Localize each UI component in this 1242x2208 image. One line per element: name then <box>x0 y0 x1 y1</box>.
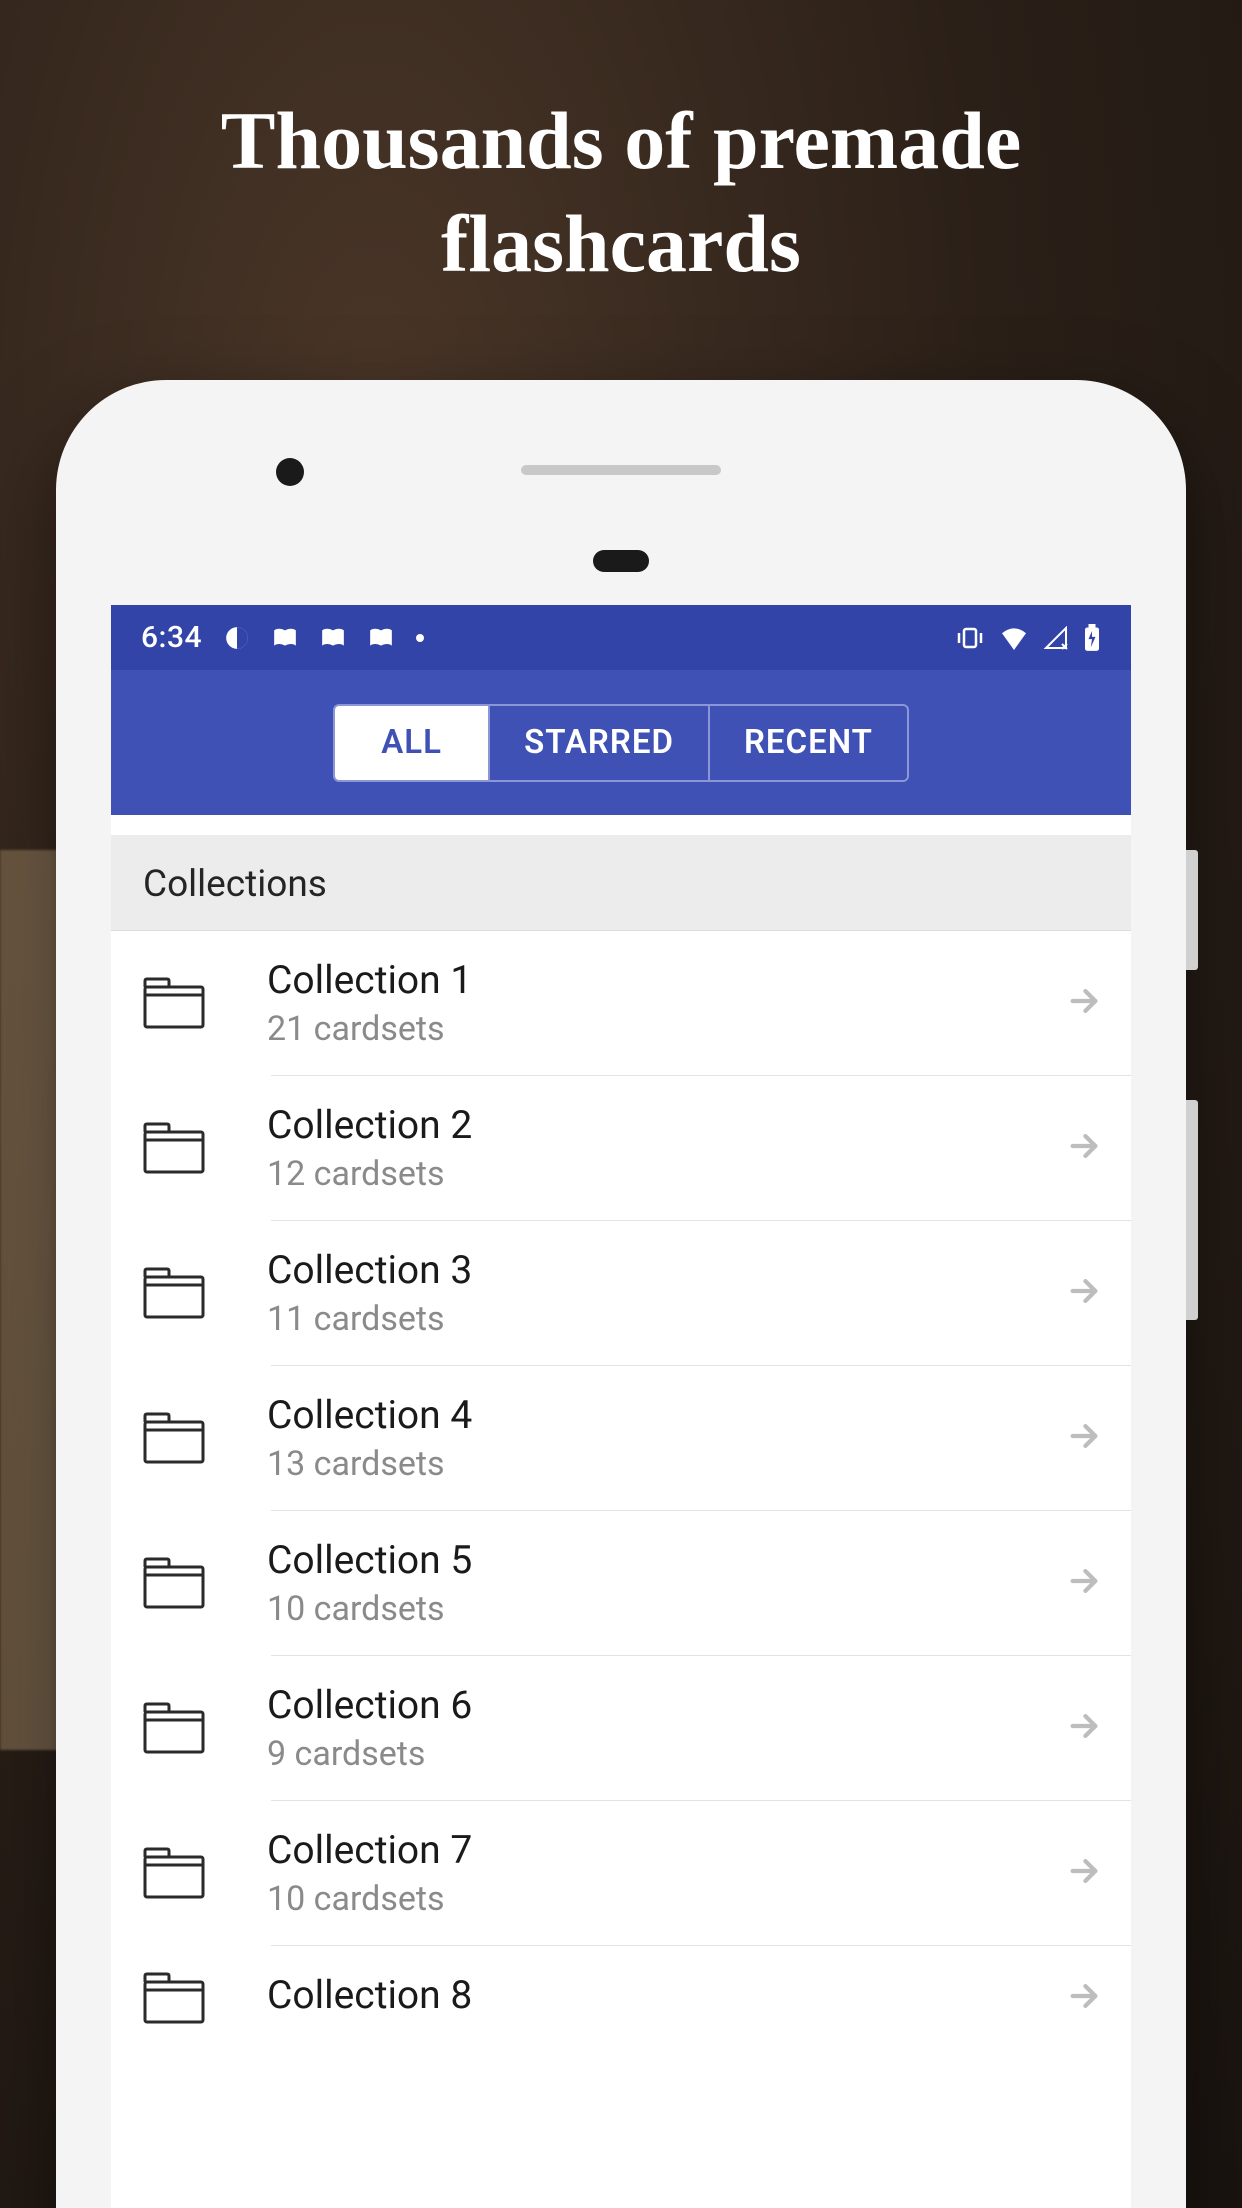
vibrate-icon <box>955 626 985 650</box>
phone-speaker <box>521 465 721 475</box>
folder-icon <box>143 1972 205 2024</box>
list-item-text: Collection 8 <box>267 1972 1067 2024</box>
segmented-control: ALL STARRED RECENT <box>333 704 909 782</box>
folder-icon <box>143 1267 205 1319</box>
chevron-right-icon <box>1067 1129 1101 1167</box>
list-item-title: Collection 2 <box>267 1102 1067 1148</box>
chevron-right-icon <box>1067 1564 1101 1602</box>
list-item[interactable]: Collection 4 13 cardsets <box>111 1366 1131 1510</box>
list-item-subtitle: 10 cardsets <box>267 1879 1067 1919</box>
list-item-subtitle: 12 cardsets <box>267 1154 1067 1194</box>
book-icon <box>272 627 298 649</box>
tab-bar: ALL STARRED RECENT <box>111 670 1131 815</box>
signal-icon <box>1043 626 1069 650</box>
tab-all[interactable]: ALL <box>335 706 490 780</box>
phone-sensor <box>593 550 649 572</box>
folder-icon <box>143 1412 205 1464</box>
status-right <box>955 624 1101 652</box>
list-item[interactable]: Collection 7 10 cardsets <box>111 1801 1131 1945</box>
list-item-text: Collection 2 12 cardsets <box>267 1102 1067 1194</box>
list-item[interactable]: Collection 8 <box>111 1946 1131 2050</box>
list-item-title: Collection 7 <box>267 1827 1067 1873</box>
list-item-title: Collection 3 <box>267 1247 1067 1293</box>
list-item-text: Collection 7 10 cardsets <box>267 1827 1067 1919</box>
list-item-title: Collection 1 <box>267 957 1067 1003</box>
book-icon <box>368 627 394 649</box>
list-item-text: Collection 5 10 cardsets <box>267 1537 1067 1629</box>
list-item-title: Collection 6 <box>267 1682 1067 1728</box>
folder-icon <box>143 1557 205 1609</box>
chevron-right-icon <box>1067 1979 1101 2017</box>
chevron-right-icon <box>1067 1854 1101 1892</box>
list-item-text: Collection 4 13 cardsets <box>267 1392 1067 1484</box>
status-time: 6:34 <box>141 620 202 655</box>
tab-recent[interactable]: RECENT <box>710 706 907 780</box>
list-item-title: Collection 5 <box>267 1537 1067 1583</box>
chevron-right-icon <box>1067 1709 1101 1747</box>
list-item[interactable]: Collection 1 21 cardsets <box>111 931 1131 1075</box>
book-icon <box>320 627 346 649</box>
folder-icon <box>143 1702 205 1754</box>
tab-starred[interactable]: STARRED <box>490 706 710 780</box>
chevron-right-icon <box>1067 1274 1101 1312</box>
list-item-subtitle: 11 cardsets <box>267 1299 1067 1339</box>
list-item[interactable]: Collection 2 12 cardsets <box>111 1076 1131 1220</box>
status-left: 6:34 <box>141 620 424 655</box>
list-item-title: Collection 8 <box>267 1972 1067 2018</box>
list-item-text: Collection 6 9 cardsets <box>267 1682 1067 1774</box>
list-item-text: Collection 1 21 cardsets <box>267 957 1067 1049</box>
section-header: Collections <box>111 835 1131 931</box>
list-item-subtitle: 21 cardsets <box>267 1009 1067 1049</box>
list-item[interactable]: Collection 6 9 cardsets <box>111 1656 1131 1800</box>
list-item-text: Collection 3 11 cardsets <box>267 1247 1067 1339</box>
globe-icon <box>224 625 250 651</box>
phone-side-button <box>1186 1100 1198 1320</box>
phone-frame: 6:34 <box>56 380 1186 2208</box>
list-item[interactable]: Collection 3 11 cardsets <box>111 1221 1131 1365</box>
app-screen: 6:34 <box>111 605 1131 2208</box>
folder-icon <box>143 1847 205 1899</box>
chevron-right-icon <box>1067 984 1101 1022</box>
collection-list: Collection 1 21 cardsets Collection 2 12 ca… <box>111 931 1131 2050</box>
list-item-title: Collection 4 <box>267 1392 1067 1438</box>
dot-icon <box>416 634 424 642</box>
phone-camera <box>276 458 304 486</box>
promo-headline: Thousands of premade flashcards <box>0 90 1242 295</box>
list-item-subtitle: 13 cardsets <box>267 1444 1067 1484</box>
folder-icon <box>143 1122 205 1174</box>
battery-icon <box>1083 624 1101 652</box>
list-item-subtitle: 10 cardsets <box>267 1589 1067 1629</box>
status-bar: 6:34 <box>111 605 1131 670</box>
wifi-icon <box>999 626 1029 650</box>
list-item-subtitle: 9 cardsets <box>267 1734 1067 1774</box>
list-item[interactable]: Collection 5 10 cardsets <box>111 1511 1131 1655</box>
chevron-right-icon <box>1067 1419 1101 1457</box>
folder-icon <box>143 977 205 1029</box>
phone-side-button <box>1186 850 1198 970</box>
